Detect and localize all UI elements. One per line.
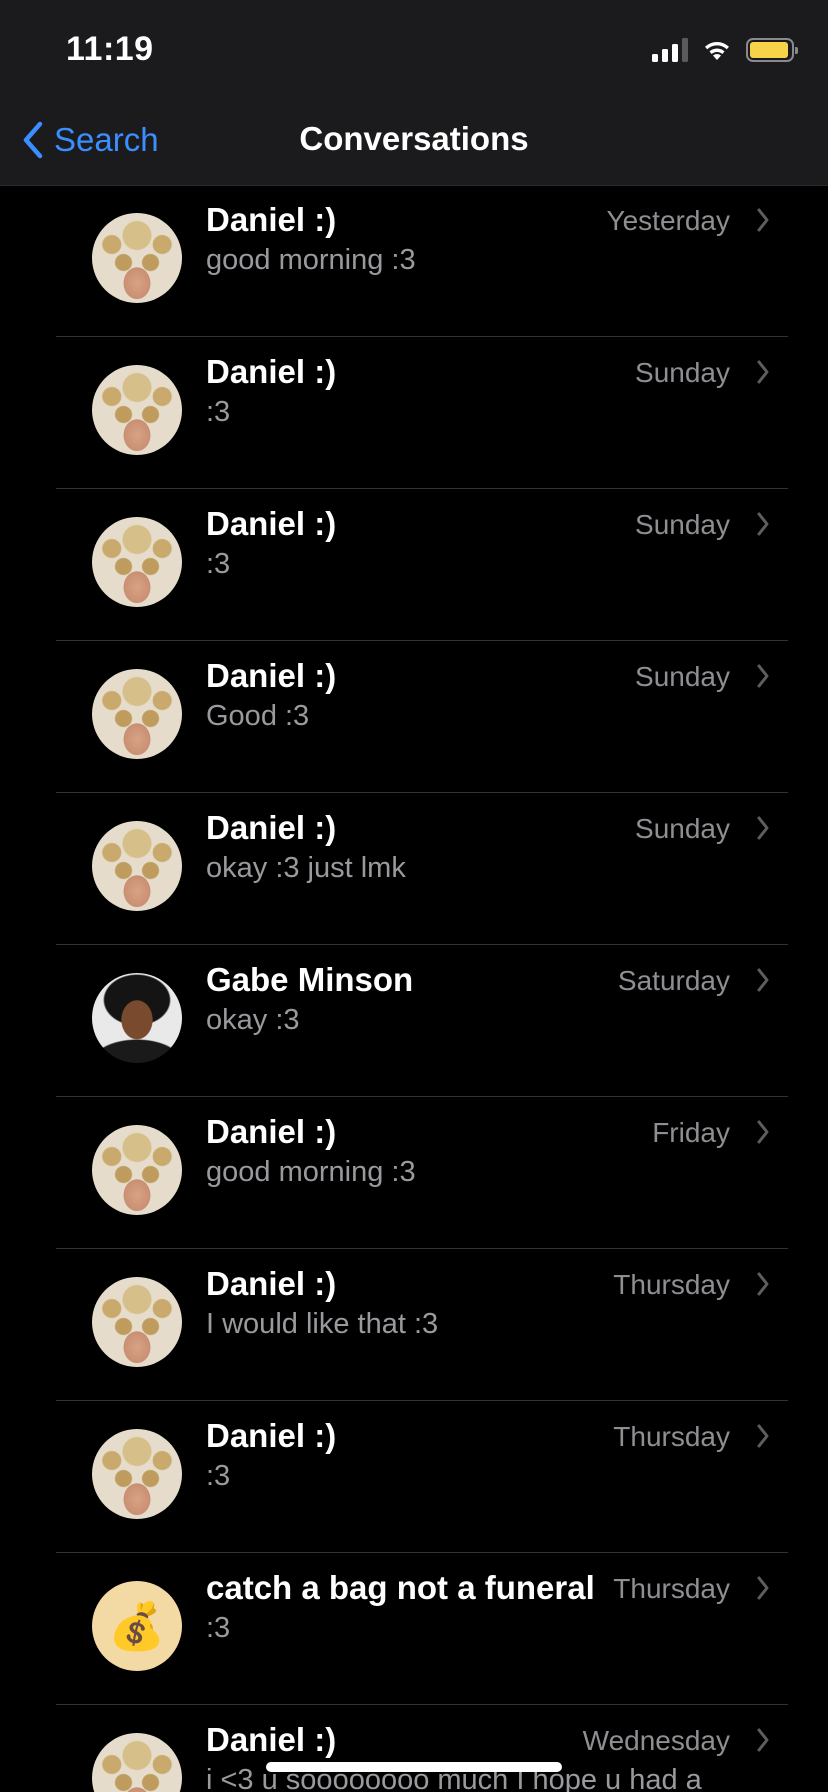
avatar — [92, 1125, 182, 1215]
contact-name: Daniel :) — [206, 1265, 337, 1302]
chevron-right-icon — [757, 1120, 769, 1144]
wifi-icon — [705, 42, 729, 60]
timestamp: Saturday — [617, 965, 730, 996]
chevron-right-icon — [757, 360, 769, 384]
message-preview: good morning :3 — [206, 1156, 416, 1188]
avatar — [92, 1277, 182, 1367]
message-preview: :3 — [206, 396, 231, 428]
message-preview: okay :3 just lmk — [206, 852, 406, 884]
avatar — [92, 1429, 182, 1519]
contact-name: catch a bag not a funeral — [206, 1569, 595, 1606]
timestamp: Thursday — [613, 1269, 730, 1300]
home-indicator[interactable] — [266, 1762, 562, 1772]
avatar — [92, 365, 182, 455]
contact-name: Daniel :) — [206, 505, 337, 542]
page-title: Conversations — [299, 120, 529, 157]
contact-name: Daniel :) — [206, 1721, 337, 1758]
navigation-bar: Search Conversations — [0, 100, 828, 184]
message-preview: Good :3 — [206, 700, 310, 732]
battery-level-fill — [750, 42, 788, 58]
conversation-row[interactable]: Daniel :) :3 Sunday — [0, 337, 828, 489]
message-preview: okay :3 — [206, 1004, 300, 1036]
moneybag-avatar: 💰 — [92, 1581, 182, 1671]
chevron-right-icon — [757, 1272, 769, 1296]
conversation-row[interactable]: Daniel :) i <3 u soooooooo much I hope u … — [0, 1705, 828, 1792]
contact-name: Daniel :) — [206, 201, 337, 238]
conversation-row[interactable]: Daniel :) Good :3 Sunday — [0, 641, 828, 793]
timestamp: Sunday — [635, 357, 730, 388]
battery-icon — [746, 38, 798, 62]
timestamp: Friday — [652, 1117, 730, 1148]
chevron-right-icon — [757, 816, 769, 840]
avatar — [92, 517, 182, 607]
conversation-row[interactable]: Gabe Minson okay :3 Saturday — [0, 945, 828, 1097]
conversation-list: Daniel :) good morning :3 Yesterday Daniel … — [0, 185, 828, 1792]
contact-name: Daniel :) — [206, 809, 337, 846]
status-time: 11:19 — [66, 30, 154, 68]
timestamp: Thursday — [613, 1573, 730, 1604]
avatar — [92, 973, 182, 1063]
conversations-screen: 11:19 Search Conversations Daniel:) goo… — [0, 0, 828, 1792]
timestamp: Thursday — [613, 1421, 730, 1452]
message-preview: :3 — [206, 1612, 231, 1644]
conversation-row[interactable]: Daniel :) :3 Thursday — [0, 1401, 828, 1553]
status-icons — [652, 36, 798, 64]
contact-name: Daniel :) — [206, 353, 337, 390]
status-bar: 11:19 — [0, 0, 828, 100]
conversation-row[interactable]: Daniel :) okay :3 just lmk Sunday — [0, 793, 828, 945]
contact-name: Daniel :) — [206, 657, 337, 694]
avatar — [92, 1733, 182, 1792]
conversation-row[interactable]: Daniel :) I would like that :3 Thursday — [0, 1249, 828, 1401]
chevron-right-icon — [757, 512, 769, 536]
message-preview: :3 — [206, 1460, 231, 1492]
conversation-row[interactable]: Daniel :) good morning :3 Friday — [0, 1097, 828, 1249]
message-preview: I would like that :3 — [206, 1308, 439, 1340]
timestamp: Wednesday — [582, 1725, 730, 1756]
message-preview: :3 — [206, 548, 231, 580]
avatar — [92, 821, 182, 911]
timestamp: Sunday — [635, 661, 730, 692]
conversation-row[interactable]: 💰 catch a bag not a funeral :3 Thursday — [0, 1553, 828, 1705]
contact-name: Daniel :) — [206, 1113, 337, 1150]
chevron-right-icon — [757, 1424, 769, 1448]
chevron-right-icon — [757, 664, 769, 688]
chevron-right-icon — [757, 968, 769, 992]
contact-name: Daniel :) — [206, 1417, 337, 1454]
cellular-signal-icon — [652, 38, 688, 62]
contact-name: Gabe Minson — [206, 961, 414, 998]
timestamp: Yesterday — [606, 205, 731, 236]
chevron-right-icon — [757, 1576, 769, 1600]
chevron-right-icon — [757, 1728, 769, 1752]
chevron-right-icon — [757, 208, 769, 232]
conversation-row[interactable]: Daniel :) :3 Sunday — [0, 489, 828, 641]
timestamp: Sunday — [635, 813, 730, 844]
avatar — [92, 669, 182, 759]
timestamp: Sunday — [635, 509, 730, 540]
avatar — [92, 213, 182, 303]
header: 11:19 Search Conversations — [0, 0, 828, 186]
conversation-row[interactable]: Daniel :) good morning :3 Yesterday — [0, 185, 828, 337]
message-preview: good morning :3 — [206, 244, 416, 276]
